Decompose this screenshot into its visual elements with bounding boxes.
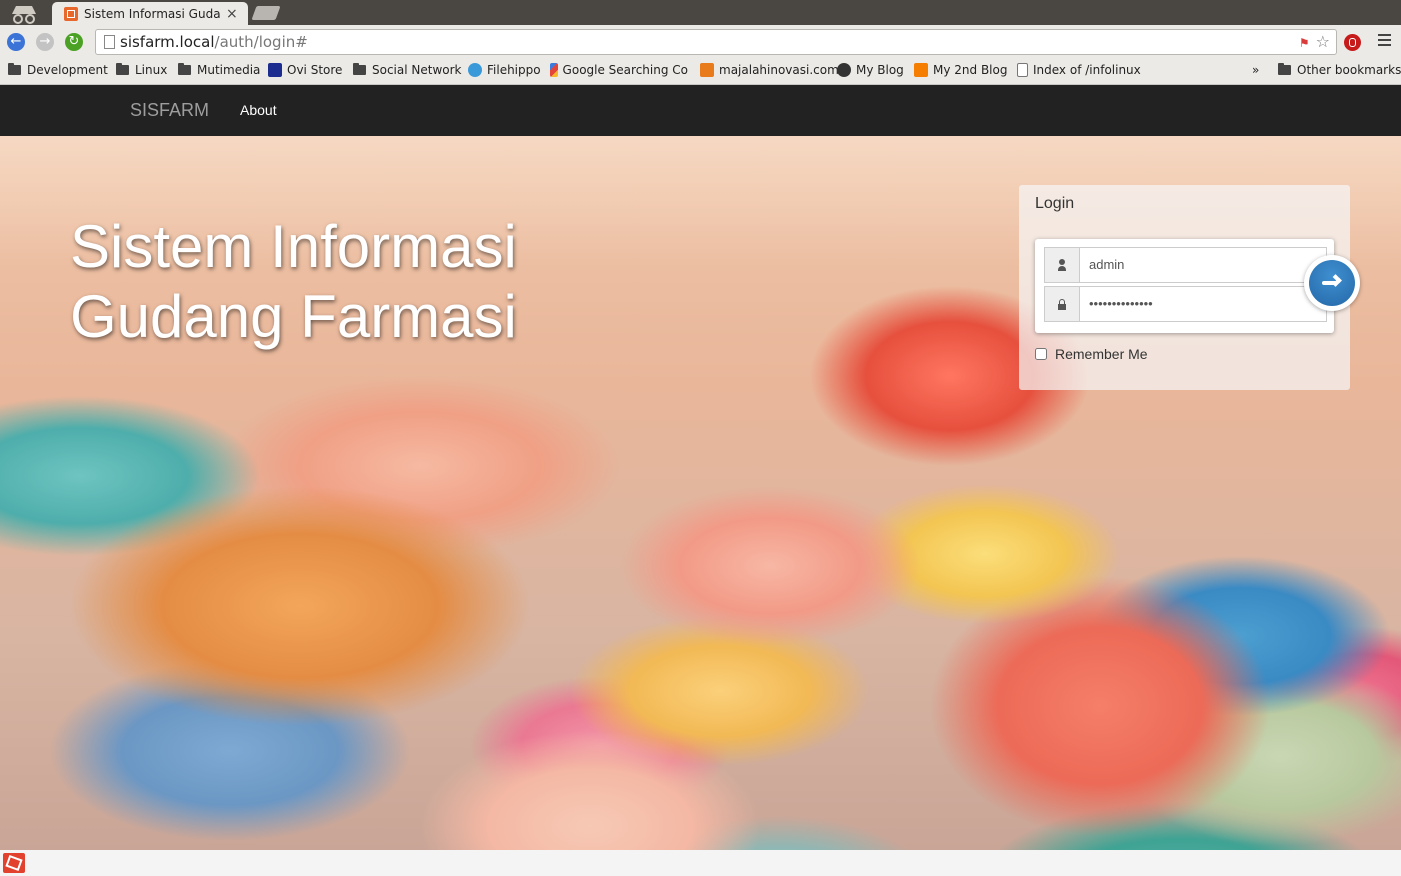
login-submit-button[interactable] <box>1304 255 1360 311</box>
password-field <box>1044 286 1327 322</box>
hero-title: Sistem Informasi Gudang Farmasi <box>70 212 630 352</box>
url-text[interactable]: sisfarm.local/auth/login# <box>120 33 308 51</box>
folder-icon <box>116 63 129 75</box>
bookmark-development[interactable]: Development <box>8 63 108 77</box>
password-addon <box>1045 287 1080 321</box>
bookmark-label: Linux <box>135 63 168 77</box>
back-button[interactable]: ← <box>7 33 25 51</box>
other-bookmarks[interactable]: Other bookmarks <box>1278 63 1401 77</box>
filehippo-icon <box>468 63 482 77</box>
page-icon <box>1017 63 1028 77</box>
site-navbar: SISFARM About <box>0 85 1401 136</box>
username-addon <box>1045 248 1080 282</box>
bookmark-label: My Blog <box>856 63 904 77</box>
bookmark-my-2nd-blog[interactable]: My 2nd Blog <box>914 63 1007 77</box>
bookmark-social-network[interactable]: Social Network <box>353 63 462 77</box>
hero-title-line1: Sistem Informasi <box>70 213 517 280</box>
blog-icon <box>837 63 851 77</box>
password-input[interactable] <box>1089 287 1317 319</box>
bookmark-label: Google Searching Co <box>562 63 688 77</box>
forward-arrow-icon: → <box>39 34 51 49</box>
blogger-icon <box>914 63 928 77</box>
navbar-brand[interactable]: SISFARM <box>130 100 209 121</box>
page-icon <box>104 35 115 49</box>
app-launcher-icon[interactable] <box>3 853 25 873</box>
reload-button[interactable]: ↻ <box>65 33 83 51</box>
tab-title: Sistem Informasi Gudang <box>84 6 220 21</box>
bookmark-label: majalahinovasi.com <box>719 63 839 77</box>
google-icon <box>550 63 558 77</box>
username-field <box>1044 247 1327 283</box>
login-form <box>1035 239 1334 333</box>
bookmark-ovi-store[interactable]: Ovi Store <box>268 63 342 77</box>
username-input[interactable] <box>1089 248 1317 280</box>
tab-strip: Sistem Informasi Gudang × <box>0 0 1401 25</box>
hero-background: Sistem Informasi Gudang Farmasi Login Re… <box>0 136 1401 850</box>
tab-active[interactable]: Sistem Informasi Gudang × <box>52 2 248 25</box>
site-favicon-icon <box>64 6 78 21</box>
chrome-menu-icon[interactable] <box>1378 34 1391 49</box>
bookmark-label: Filehippo <box>487 63 541 77</box>
login-heading: Login <box>1035 195 1075 212</box>
url-path: /auth/login# <box>214 33 308 51</box>
bookmark-mutimedia[interactable]: Mutimedia <box>178 63 260 77</box>
tab-close-icon[interactable]: × <box>226 6 238 22</box>
bookmark-filehippo[interactable]: Filehippo <box>468 63 541 77</box>
forward-button[interactable]: → <box>36 33 54 51</box>
bookmark-label: Ovi Store <box>287 63 343 77</box>
reload-icon: ↻ <box>68 34 80 49</box>
lock-icon <box>1058 299 1066 310</box>
bottom-status-strip <box>0 850 1401 876</box>
bookmark-label: Social Network <box>372 63 462 77</box>
folder-icon <box>353 63 366 75</box>
remember-me-checkbox[interactable] <box>1035 348 1047 360</box>
bookmark-label: Other bookmarks <box>1297 63 1401 77</box>
folder-icon <box>8 63 21 75</box>
bookmarks-bar: Development Linux Mutimedia Ovi Store So… <box>0 59 1401 85</box>
folder-icon <box>1278 63 1291 75</box>
bookmark-index-infolinux[interactable]: Index of /infolinux <box>1017 63 1141 77</box>
bookmark-label: Index of /infolinux <box>1033 63 1141 77</box>
nav-link-about[interactable]: About <box>240 102 277 118</box>
bookmark-linux[interactable]: Linux <box>116 63 167 77</box>
incognito-icon <box>12 6 36 24</box>
bookmark-star-icon[interactable]: ☆ <box>1316 32 1330 51</box>
bookmark-google-searching[interactable]: Google Searching Co <box>550 63 688 77</box>
address-bar[interactable]: sisfarm.local/auth/login# ⚑ ☆ <box>95 29 1337 55</box>
ovi-icon <box>268 63 282 77</box>
browser-toolbar: ← → ↻ sisfarm.local/auth/login# ⚑ ☆ <box>0 25 1401 59</box>
user-icon <box>1058 259 1066 272</box>
login-panel: Login Remember Me <box>1019 185 1360 390</box>
omnibox-icons: ⚑ ☆ <box>1299 32 1330 51</box>
bookmark-label: My 2nd Blog <box>933 63 1008 77</box>
bookmark-majalahinovasi[interactable]: majalahinovasi.com <box>700 63 839 77</box>
hero-title-line2: Gudang Farmasi <box>70 283 517 350</box>
bookmark-label: Mutimedia <box>197 63 261 77</box>
remember-me-label: Remember Me <box>1055 346 1148 362</box>
back-arrow-icon: ← <box>10 34 22 49</box>
bookmarks-overflow-chevron-icon[interactable]: » <box>1252 63 1259 77</box>
url-host: sisfarm.local <box>120 33 215 51</box>
majalah-icon <box>700 63 714 77</box>
extension-power-icon[interactable] <box>1344 34 1361 51</box>
arrow-right-icon <box>1309 260 1355 306</box>
extension-flag-icon[interactable]: ⚑ <box>1299 36 1310 50</box>
bookmark-label: Development <box>27 63 108 77</box>
new-tab-button[interactable] <box>251 6 281 20</box>
bookmark-my-blog[interactable]: My Blog <box>837 63 904 77</box>
remember-me[interactable]: Remember Me <box>1035 346 1148 362</box>
folder-icon <box>178 63 191 75</box>
